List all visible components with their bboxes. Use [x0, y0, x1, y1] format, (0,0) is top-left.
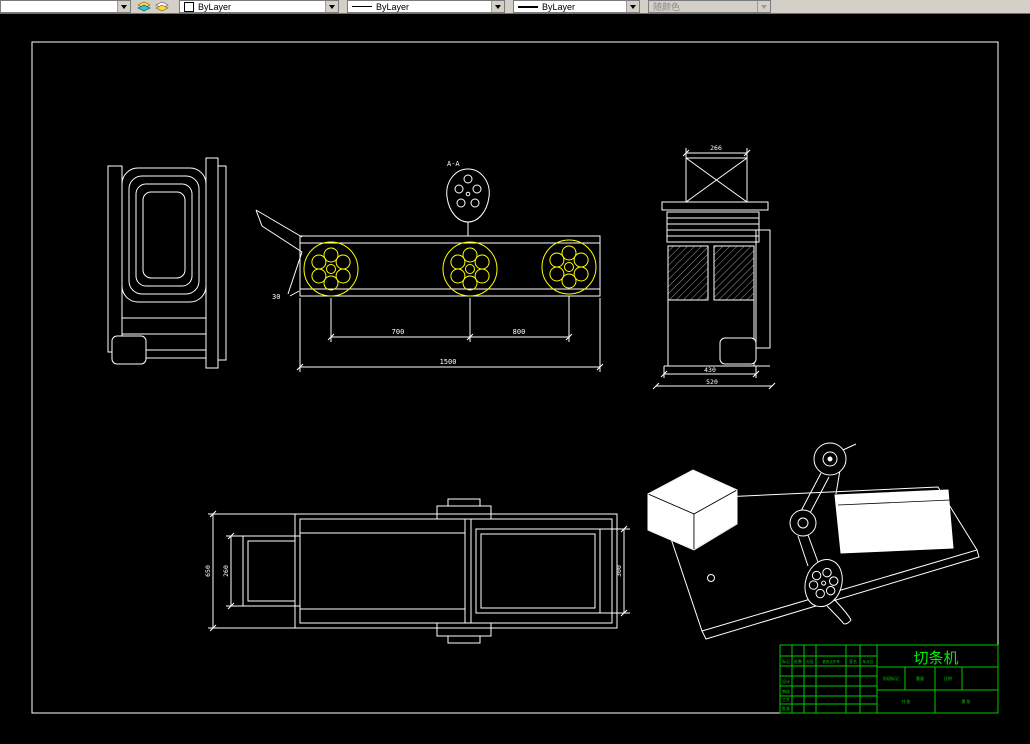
titleblock-label: 批准 — [782, 705, 790, 711]
properties-toolbar: ByLayer ByLayer ByLayer 随颜色 — [0, 0, 1030, 14]
titleblock-label: 标记 — [782, 658, 790, 664]
cutter-wheel — [442, 241, 498, 297]
view-side-section: 266 430 520 — [652, 144, 776, 390]
dim-side-inner: 430 — [704, 366, 716, 374]
titleblock-label: 第 张 — [961, 698, 970, 704]
dim-side-outer: 520 — [706, 378, 718, 386]
dim-front-note: 30 — [272, 293, 280, 301]
titleblock-label: 更改文件号 — [822, 659, 840, 664]
chevron-down-icon — [630, 4, 636, 9]
color-combo-label: ByLayer — [198, 1, 232, 12]
view-plan: 650 260 300 — [204, 498, 630, 644]
section-label: A-A — [447, 160, 460, 168]
model-space-canvas[interactable]: A-A 30 700 800 1500 266 430 520 650 260 … — [0, 14, 1030, 744]
dim-side-top: 266 — [710, 144, 722, 152]
layer-combo[interactable] — [0, 0, 131, 13]
titleblock-label: 共 张 — [901, 698, 910, 704]
chevron-down-icon — [761, 4, 767, 9]
chevron-down-icon — [495, 4, 501, 9]
lineweight-combo-label: ByLayer — [542, 1, 576, 12]
title-block: 切条机 标记 处数 分区 更改文件号 签名 年月日 设计 审核 工艺 批准 阶段… — [779, 644, 999, 714]
layers-icon — [137, 1, 151, 12]
plotstyle-combo: 随颜色 — [648, 0, 771, 13]
layer-previous-icon — [155, 1, 169, 12]
titleblock-label: 设计 — [782, 678, 790, 684]
titleblock-label: 签名 — [849, 658, 857, 664]
titleblock-label: 重量 — [916, 675, 924, 681]
cutter-wheel — [303, 241, 359, 297]
dim-plan-left: 260 — [222, 565, 230, 577]
titleblock-label: 审核 — [782, 688, 790, 694]
color-combo-arrow[interactable] — [325, 1, 338, 12]
color-combo[interactable]: ByLayer — [179, 0, 339, 13]
titleblock-label: 年月日 — [863, 659, 874, 664]
titleblock-drawing-title: 切条机 — [913, 650, 958, 667]
linetype-combo-arrow[interactable] — [491, 1, 504, 12]
drawing-frame — [31, 41, 999, 714]
lineweight-combo-arrow[interactable] — [626, 1, 639, 12]
application-window: ByLayer ByLayer ByLayer 随颜色 A-A 30 700 8… — [0, 0, 1030, 744]
plotstyle-combo-label: 随颜色 — [653, 2, 681, 12]
dim-front-right: 800 — [513, 328, 526, 336]
lineweight-combo[interactable]: ByLayer — [513, 0, 640, 13]
titleblock-label: 工艺 — [782, 697, 790, 702]
plotstyle-combo-arrow — [757, 1, 770, 12]
view-front: A-A 30 700 800 1500 — [255, 160, 604, 372]
titleblock-label: 阶段标记 — [883, 675, 899, 681]
titleblock-label: 比例 — [944, 675, 952, 681]
view-spool-side — [107, 157, 227, 369]
dim-plan-outer: 650 — [204, 565, 212, 577]
titleblock-label: 分区 — [806, 658, 814, 664]
layer-combo-arrow[interactable] — [117, 1, 130, 12]
dim-front-total: 1500 — [440, 358, 457, 366]
cutter-wheel — [541, 239, 597, 295]
linetype-sample-icon — [352, 6, 372, 7]
chevron-down-icon — [329, 4, 335, 9]
drawing-svg[interactable]: A-A 30 700 800 1500 266 430 520 650 260 … — [0, 14, 1030, 744]
titleblock-label: 处数 — [794, 658, 802, 664]
lineweight-sample-icon — [518, 5, 538, 8]
linetype-combo[interactable]: ByLayer — [347, 0, 505, 13]
chevron-down-icon — [121, 4, 127, 9]
dim-front-left: 700 — [392, 328, 405, 336]
dim-plan-right: 300 — [615, 565, 623, 577]
view-isometric — [647, 442, 980, 640]
make-layer-current-button[interactable] — [135, 0, 153, 13]
linetype-combo-label: ByLayer — [376, 1, 410, 12]
color-swatch — [184, 1, 194, 12]
layer-previous-button[interactable] — [153, 0, 171, 13]
